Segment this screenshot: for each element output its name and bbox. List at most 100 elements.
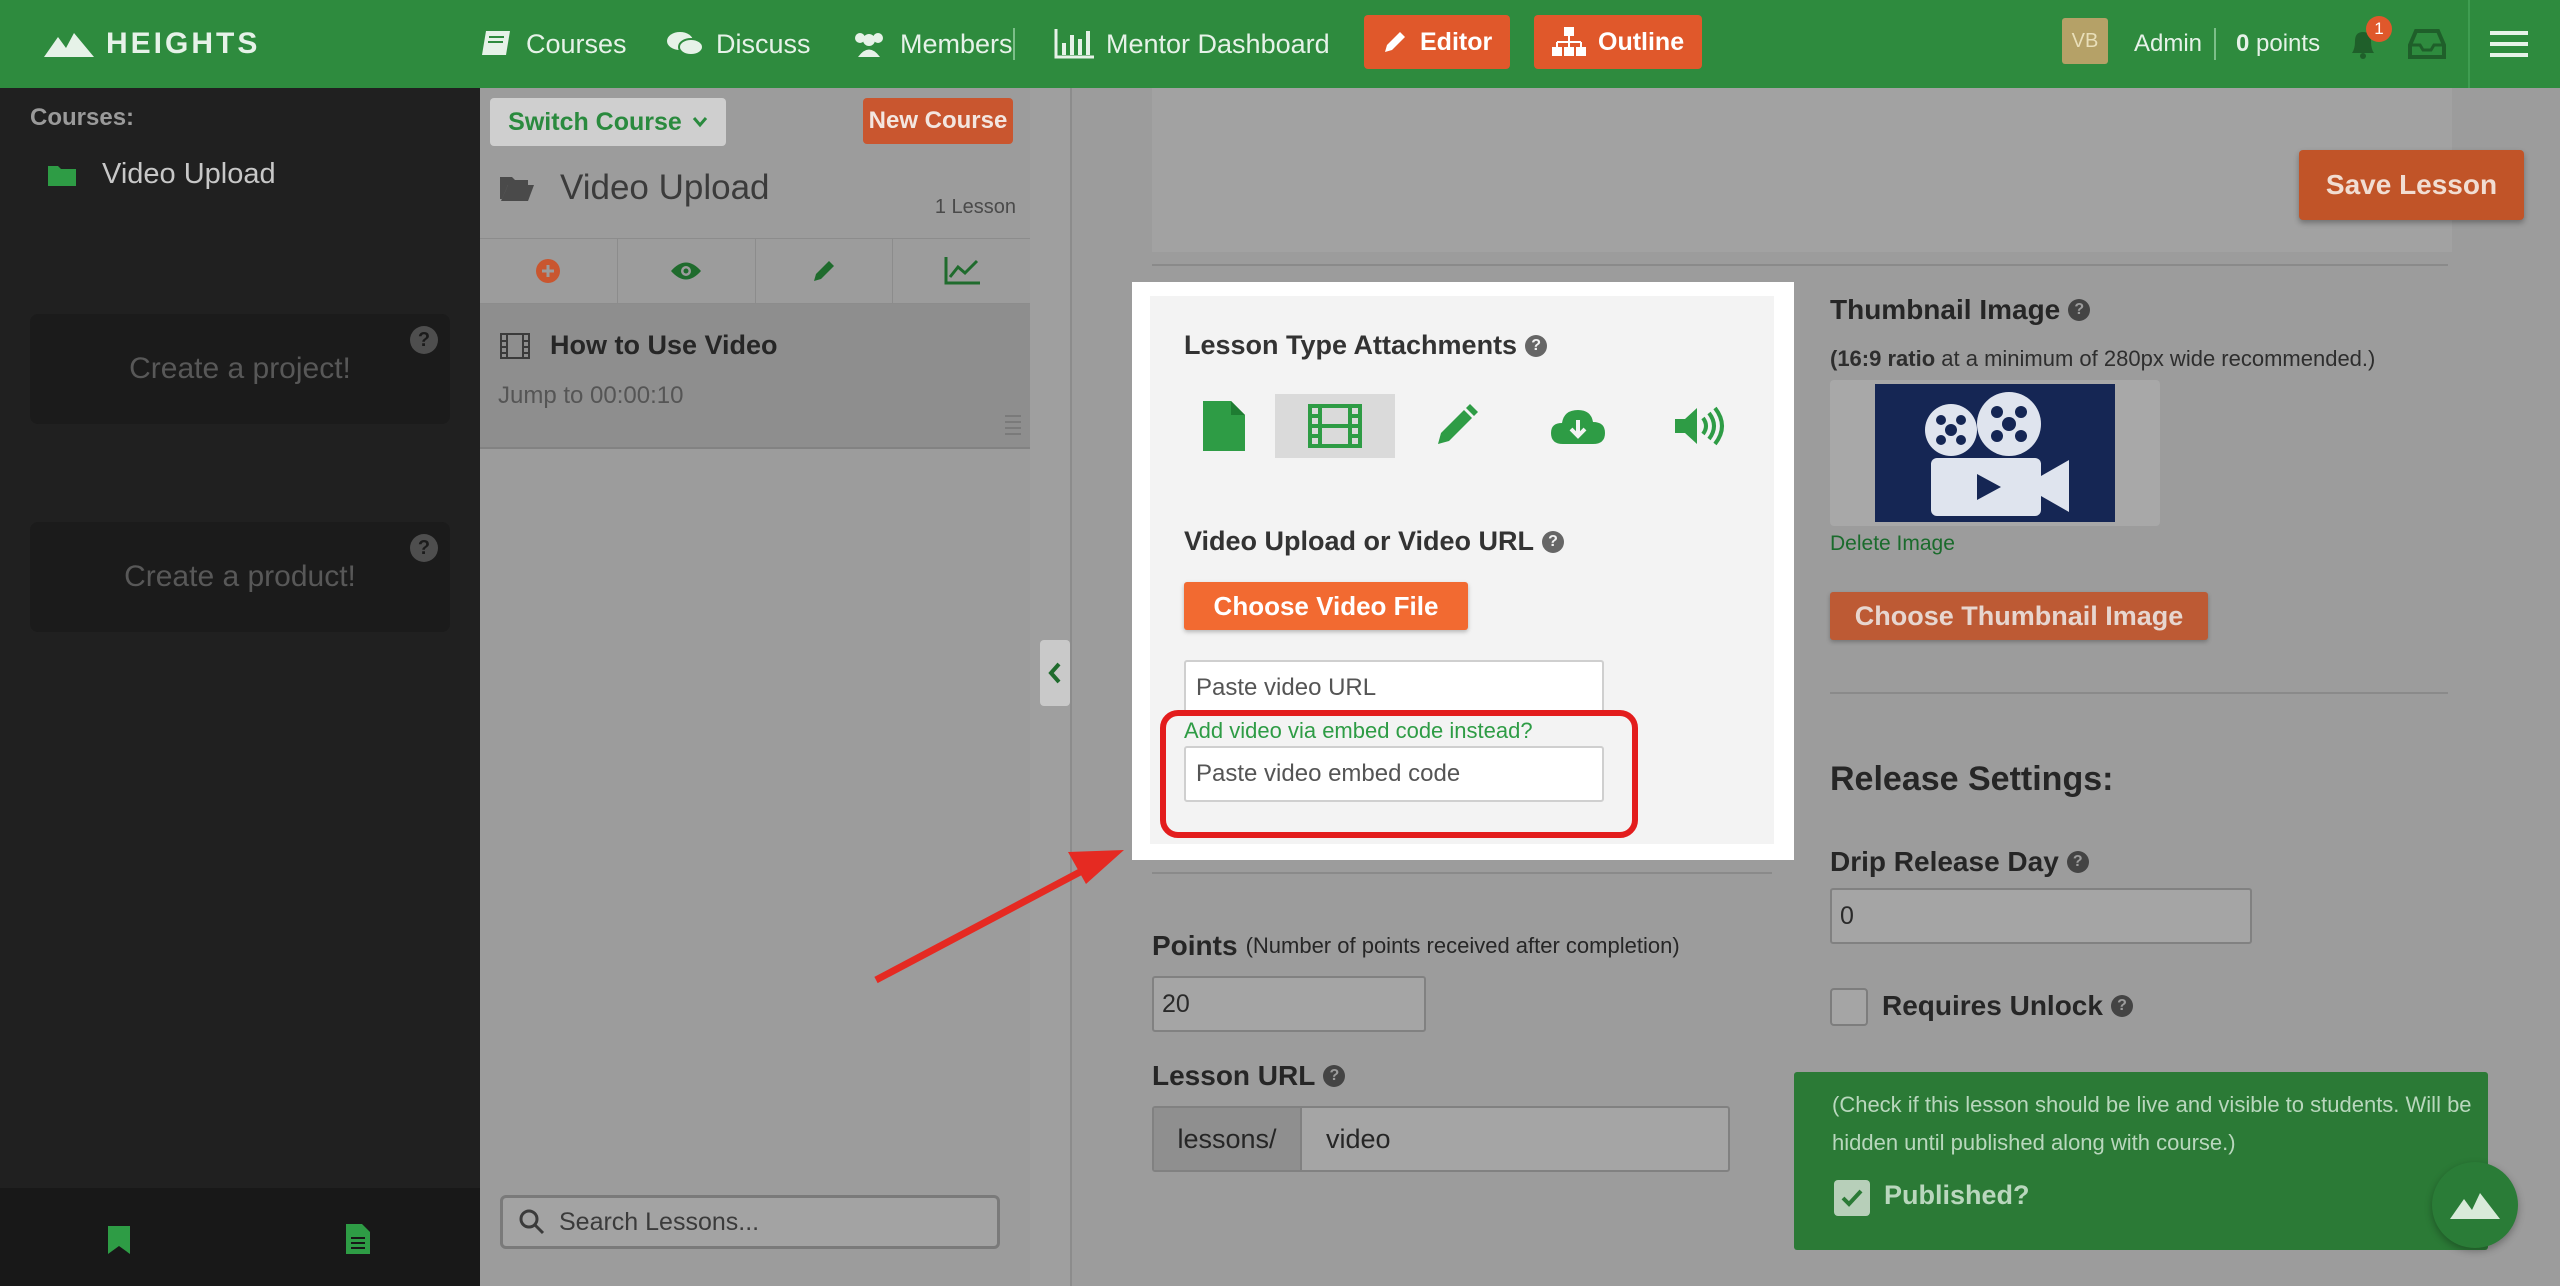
delete-image-link[interactable]: Delete Image xyxy=(1830,532,1955,556)
thumbnail-preview xyxy=(1830,380,2160,526)
search-lessons-placeholder: Search Lessons... xyxy=(559,1207,760,1236)
edit-tab[interactable] xyxy=(756,239,894,303)
attachment-type-video[interactable] xyxy=(1275,394,1395,458)
divider-line xyxy=(1152,264,2448,266)
requires-unlock-label: Requires Unlock ? xyxy=(1882,990,2133,1022)
help-icon[interactable]: ? xyxy=(410,534,438,562)
outline-button[interactable]: Outline xyxy=(1534,15,1703,69)
users-icon xyxy=(855,33,883,57)
save-lesson-button[interactable]: Save Lesson xyxy=(2299,150,2524,220)
editor-button[interactable]: Editor xyxy=(1364,15,1511,69)
nav-discuss[interactable]: Discuss xyxy=(666,0,811,88)
thumbnail-title-text: Thumbnail Image xyxy=(1830,294,2061,325)
switch-course-button[interactable]: Switch Course xyxy=(490,98,726,146)
thumbnail-image xyxy=(1875,384,2115,522)
hamburger-menu-button[interactable] xyxy=(2490,0,2540,88)
pencil-icon xyxy=(813,261,834,281)
hamburger-icon xyxy=(2490,31,2528,57)
help-icon[interactable]: ? xyxy=(1525,334,1548,357)
new-course-button[interactable]: New Course xyxy=(863,98,1013,144)
chevron-left-icon xyxy=(1048,662,1061,684)
attachment-type-document[interactable] xyxy=(1164,394,1284,458)
attachments-title-text: Lesson Type Attachments xyxy=(1184,330,1518,360)
points-label: Points (Number of points received after … xyxy=(1152,930,1680,962)
bookmark-icon[interactable] xyxy=(108,1226,130,1254)
user-name[interactable]: Admin xyxy=(2134,0,2202,88)
create-project-label: Create a project! xyxy=(129,352,351,385)
drip-release-input[interactable]: 0 xyxy=(1830,888,2252,944)
top-navigation-bar: HEIGHTS Courses Discuss Members Mentor D… xyxy=(0,0,2560,88)
lesson-title-text: How to Use Video xyxy=(550,330,778,360)
inbox-button[interactable] xyxy=(2408,0,2458,88)
choose-video-file-button[interactable]: Choose Video File xyxy=(1184,582,1468,630)
plus-circle-icon xyxy=(536,259,561,283)
drip-release-label: Drip Release Day ? xyxy=(1830,846,2089,878)
help-icon[interactable]: ? xyxy=(2068,299,2091,321)
course-title: Video Upload xyxy=(500,168,770,208)
search-lessons-input[interactable]: Search Lessons... xyxy=(500,1195,1000,1249)
collapse-panel-button[interactable] xyxy=(1040,640,1070,706)
thumbnail-ratio-bold: (16:9 ratio xyxy=(1830,346,1936,371)
volume-icon xyxy=(1675,406,1724,446)
lesson-content-area xyxy=(1152,88,2452,252)
nav-courses-label: Courses xyxy=(526,28,627,59)
book-icon xyxy=(482,31,510,55)
choose-thumbnail-button[interactable]: Choose Thumbnail Image xyxy=(1830,592,2208,640)
line-chart-icon xyxy=(944,257,980,285)
help-icon[interactable]: ? xyxy=(1542,530,1565,553)
bar-chart-icon xyxy=(1054,29,1094,59)
video-section-label: Video Upload or Video URL ? xyxy=(1184,526,1565,557)
nav-discuss-label: Discuss xyxy=(716,28,811,59)
published-label: Published? xyxy=(1884,1180,2030,1210)
lesson-url-label-text: Lesson URL xyxy=(1152,1060,1316,1091)
lesson-url-input-group: lessons/ video xyxy=(1152,1106,1730,1172)
document-icon[interactable] xyxy=(346,1224,370,1254)
sidebar-heading: Courses: xyxy=(30,104,135,131)
points-value: 0 xyxy=(2236,30,2250,57)
file-icon xyxy=(1203,401,1245,451)
analytics-tab[interactable] xyxy=(893,239,1030,303)
notification-count-badge: 1 xyxy=(2366,16,2392,42)
create-product-label: Create a product! xyxy=(124,560,356,593)
notifications-button[interactable] xyxy=(2346,0,2392,88)
points-label-text: Points xyxy=(1152,930,1238,961)
avatar[interactable]: VB xyxy=(2062,18,2108,64)
attachment-type-text[interactable] xyxy=(1396,394,1516,458)
create-product-card[interactable]: Create a product! ? xyxy=(30,522,450,632)
lesson-list-item[interactable]: How to Use Video Jump to 00:00:10 xyxy=(480,304,1030,449)
points-input[interactable]: 20 xyxy=(1152,976,1426,1032)
create-project-card[interactable]: Create a project! ? xyxy=(30,314,450,424)
attachments-title: Lesson Type Attachments ? xyxy=(1184,330,1548,361)
help-icon[interactable]: ? xyxy=(2066,851,2089,873)
drag-handle-icon[interactable] xyxy=(1004,413,1022,435)
help-icon[interactable]: ? xyxy=(1323,1065,1346,1087)
nav-courses[interactable]: Courses xyxy=(480,0,627,88)
preview-tab[interactable] xyxy=(618,239,756,303)
heights-assistant-button[interactable] xyxy=(2432,1162,2518,1248)
lesson-url-input[interactable]: video xyxy=(1302,1108,1728,1170)
heights-logo[interactable]: HEIGHTS xyxy=(44,0,260,88)
annotation-highlight-box xyxy=(1160,710,1638,838)
help-icon[interactable]: ? xyxy=(410,326,438,354)
thumbnail-ratio-note: (16:9 ratio at a minimum of 280px wide r… xyxy=(1830,346,2375,372)
sidebar-item-video-upload[interactable]: Video Upload xyxy=(48,158,276,191)
requires-unlock-checkbox[interactable] xyxy=(1830,988,1868,1026)
video-url-input[interactable]: Paste video URL xyxy=(1184,660,1604,716)
pencil-icon xyxy=(1438,404,1478,444)
sidebar-footer xyxy=(0,1188,480,1286)
mountain-logo-icon xyxy=(2450,1193,2500,1219)
points-display: 0 points xyxy=(2236,0,2320,88)
help-icon[interactable]: ? xyxy=(2110,995,2133,1017)
nav-mentor-dashboard-label: Mentor Dashboard xyxy=(1106,28,1330,59)
nav-mentor-dashboard[interactable]: Mentor Dashboard xyxy=(1054,0,1330,88)
add-lesson-tab[interactable] xyxy=(480,239,618,303)
sitemap-icon xyxy=(1552,27,1586,56)
divider-line xyxy=(1152,872,1772,874)
lesson-title: How to Use Video xyxy=(500,330,778,361)
video-url-placeholder: Paste video URL xyxy=(1196,674,1377,701)
attachment-type-download[interactable] xyxy=(1518,394,1638,458)
published-checkbox[interactable] xyxy=(1834,1180,1870,1216)
points-note: (Number of points received after complet… xyxy=(1245,933,1680,958)
attachment-type-audio[interactable] xyxy=(1640,394,1760,458)
nav-members[interactable]: Members xyxy=(850,0,1013,88)
